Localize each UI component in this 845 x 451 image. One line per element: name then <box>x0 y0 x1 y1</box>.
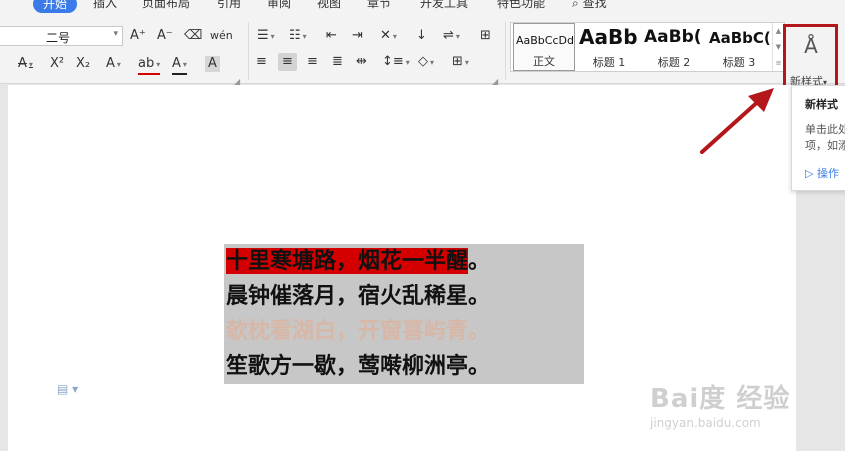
poem-line-3[interactable]: 欹枕看湖白，开窗喜屿青。 <box>224 314 584 349</box>
chinese-layout-button[interactable]: ✕ ▾ <box>380 28 397 45</box>
highlighted-text: 十里寒塘路，烟花一半醒 <box>226 248 469 274</box>
tab-chapter[interactable]: 章节 <box>367 0 391 11</box>
char-shading-button[interactable]: A <box>205 56 220 72</box>
paragraph-layout-icon[interactable]: ▤ ▾ <box>57 382 78 396</box>
watermark-logo-text: Bai度 经验 <box>650 384 791 414</box>
justify-icon[interactable]: ≣ <box>332 54 343 70</box>
style-preview: AaBbC( <box>709 29 771 47</box>
line-rest: 欹枕看湖白，开窗喜屿青。 <box>226 318 491 344</box>
bullet-list-button[interactable]: ☰ ▾ <box>257 28 275 45</box>
style-gallery: AaBbCcDd 正文 AaBb 标题 1 AaBb( 标题 2 AaBbC( … <box>510 22 785 72</box>
border-button[interactable]: ⊞ ▾ <box>452 54 469 71</box>
bullet-list-icon: ☰ <box>257 28 269 43</box>
style-name: 标题 1 <box>592 56 626 69</box>
borders-icon[interactable]: ⊞ <box>480 28 491 44</box>
style-preview: AaBbCcDd <box>516 34 574 47</box>
line-break-button[interactable]: ⇌ ▾ <box>443 28 460 45</box>
style-normal[interactable]: AaBbCcDd 正文 <box>513 23 575 71</box>
highlight-icon: ab <box>138 56 155 71</box>
align-center-icon[interactable]: ≡ <box>278 53 297 71</box>
phonetic-guide-button[interactable]: wén <box>210 28 233 44</box>
strikethrough-button[interactable]: A ▾ <box>18 56 33 73</box>
border-icon: ⊞ <box>452 54 463 69</box>
style-heading-1[interactable]: AaBb 标题 1 <box>577 23 641 71</box>
poem-line-2[interactable]: 晨钟催落月，宿火乱稀星。 <box>224 279 584 314</box>
ribbon-toolbar: ▾ 二号 ▾ A⁺ A⁻ ⌫ wén A▾ X² X₂ A▾ ab▾ A▾ A … <box>0 16 845 96</box>
text-effect-button[interactable]: A ▾ <box>106 56 121 73</box>
grow-font-button[interactable]: A⁺ <box>130 28 146 44</box>
align-left-icon[interactable]: ≡ <box>256 54 267 70</box>
tooltip-text: 单击此处 <box>805 123 845 136</box>
shrink-font-button[interactable]: A⁻ <box>157 28 173 44</box>
decrease-indent-icon[interactable]: ⇤ <box>326 28 337 44</box>
increase-indent-icon[interactable]: ⇥ <box>352 28 363 44</box>
new-style-tooltip: 新样式 单击此处 项，如添 ▷ 操作 <box>791 85 845 191</box>
tab-page-layout[interactable]: 页面布局 <box>142 0 190 11</box>
tab-view[interactable]: 视图 <box>317 0 341 11</box>
line-break-icon: ⇌ <box>443 28 454 43</box>
line-rest: 晨钟催落月，宿火乱稀星。 <box>226 283 491 309</box>
poem-line-4[interactable]: 笙歌方一歇，莺啭柳洲亭。 <box>224 349 584 384</box>
search-icon: ⌕ <box>572 0 579 10</box>
tab-insert[interactable]: 插入 <box>93 0 117 11</box>
style-heading-3[interactable]: AaBbC( 标题 3 <box>707 23 771 71</box>
tab-special-features[interactable]: 特色功能 <box>497 0 545 11</box>
menu-bar: 开始 插入 页面布局 引用 审阅 视图 章节 开发工具 特色功能 ⌕ 查找 <box>0 0 845 16</box>
style-name: 标题 3 <box>722 56 756 69</box>
text-effect-icon: A <box>106 56 115 71</box>
highlight-button[interactable]: ab ▾ <box>138 56 161 75</box>
watermark-url: jingyan.baidu.com <box>650 416 761 430</box>
tab-references[interactable]: 引用 <box>217 0 241 11</box>
tab-developer[interactable]: 开发工具 <box>420 0 468 11</box>
font-size-value: 二号 <box>46 31 71 45</box>
line-spacing-icon: ↕≡ <box>382 54 404 69</box>
shading-button[interactable]: ◇ ▾ <box>418 54 434 71</box>
tooltip-title: 新样式 <box>805 98 838 111</box>
line-rest: 。 <box>468 248 491 274</box>
style-name: 正文 <box>533 55 555 68</box>
line-spacing-button[interactable]: ↕≡ ▾ <box>382 54 410 71</box>
align-right-icon[interactable]: ≡ <box>307 54 318 70</box>
new-style-icon: Å <box>804 34 818 58</box>
font-size-select[interactable]: 二号 ▾ <box>0 26 123 46</box>
tooltip-text: 项，如添 <box>805 139 845 152</box>
tooltip-help-link[interactable]: ▷ 操作 <box>805 165 839 181</box>
sort-icon[interactable]: ↓ <box>416 28 427 44</box>
style-preview: AaBb( <box>644 27 702 47</box>
tab-review[interactable]: 审阅 <box>267 0 291 11</box>
chevron-down-icon: ▾ <box>113 29 118 39</box>
search-button[interactable]: ⌕ 查找 <box>572 0 607 11</box>
baidu-watermark: Bai度 经验 jingyan.baidu.com <box>650 378 840 448</box>
search-label: 查找 <box>582 0 607 10</box>
numbered-list-button[interactable]: ☷ ▾ <box>289 28 307 45</box>
font-color-icon: A <box>172 56 181 71</box>
poem-line-1[interactable]: 十里寒塘路，烟花一半醒。 <box>224 244 584 279</box>
divider <box>505 22 506 80</box>
play-icon: ▷ <box>805 167 814 180</box>
chinese-layout-icon: ✕ <box>380 28 391 43</box>
wps-writer-window: 开始 插入 页面布局 引用 审阅 视图 章节 开发工具 特色功能 ⌕ 查找 ▾ … <box>0 0 845 451</box>
annotation-arrow <box>700 88 774 154</box>
subscript-button[interactable]: X₂ <box>76 56 90 72</box>
style-preview: AaBb <box>579 25 638 49</box>
numbered-list-icon: ☷ <box>289 28 301 43</box>
tooltip-link-label: 操作 <box>816 167 839 180</box>
strikethrough-icon: A <box>18 56 27 71</box>
tab-home[interactable]: 开始 <box>33 0 78 13</box>
clear-format-icon[interactable]: ⌫ <box>184 28 202 44</box>
superscript-button[interactable]: X² <box>50 56 64 72</box>
line-rest: 笙歌方一歇，莺啭柳洲亭。 <box>226 353 491 379</box>
paint-bucket-icon: ◇ <box>418 54 428 69</box>
poem-text[interactable]: 十里寒塘路，烟花一半醒。 晨钟催落月，宿火乱稀星。 欹枕看湖白，开窗喜屿青。 笙… <box>224 244 584 384</box>
style-heading-2[interactable]: AaBb( 标题 2 <box>642 23 706 71</box>
font-color-button[interactable]: A ▾ <box>172 56 187 75</box>
divider <box>248 22 249 80</box>
style-name: 标题 2 <box>657 56 691 69</box>
distributed-align-icon[interactable]: ⇹ <box>356 54 367 70</box>
